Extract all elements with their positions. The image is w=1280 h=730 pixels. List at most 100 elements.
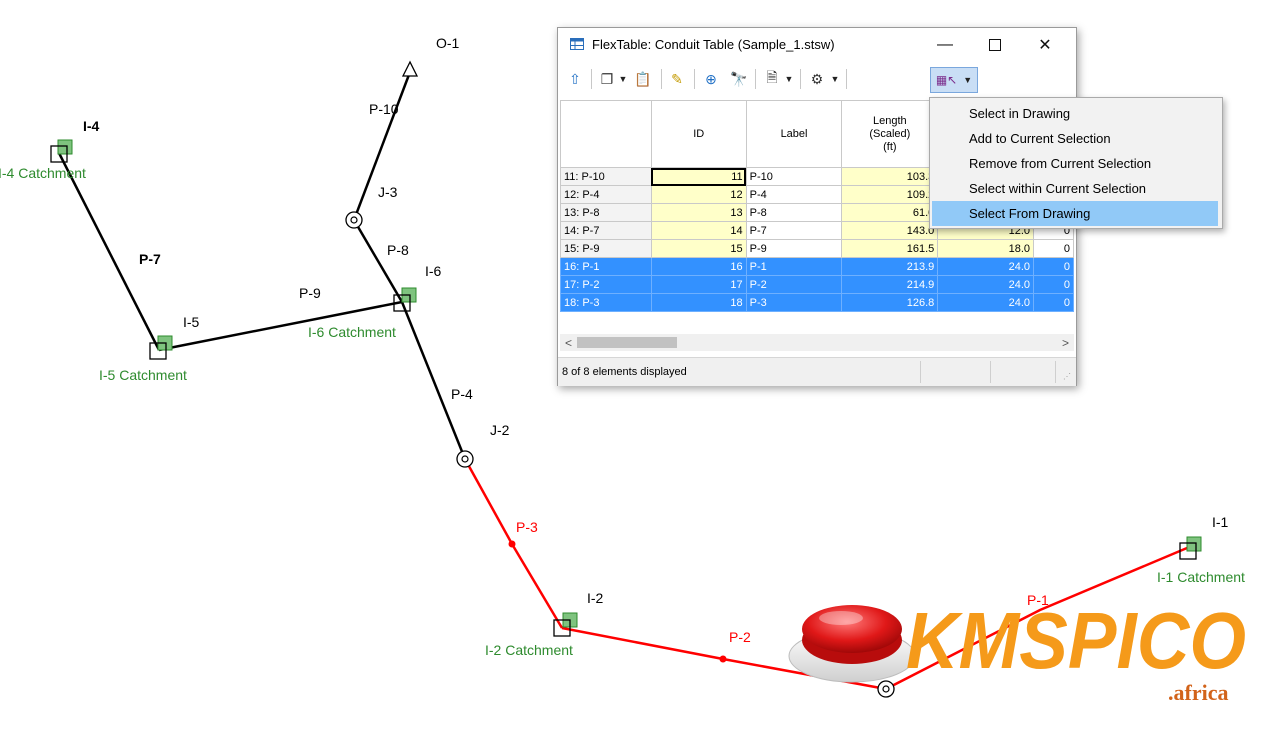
- id-cell[interactable]: 14: [650, 221, 747, 240]
- outfall-o1-symbol[interactable]: [401, 60, 419, 77]
- length-cell[interactable]: 143.0: [841, 221, 939, 240]
- table-cell[interactable]: 0: [1033, 239, 1074, 258]
- edit-icon: ✎: [671, 70, 683, 87]
- table-cell[interactable]: 24.0: [937, 257, 1035, 276]
- table-cell[interactable]: 18.0: [937, 239, 1035, 258]
- row-header[interactable]: 18: P-3: [560, 293, 652, 312]
- horizontal-scrollbar[interactable]: < >: [560, 334, 1074, 351]
- length-cell[interactable]: 213.9: [841, 257, 939, 276]
- label-cell[interactable]: P-9: [745, 239, 843, 258]
- copy-button[interactable]: ❐: [596, 68, 618, 90]
- column-header[interactable]: ID: [650, 100, 747, 168]
- row-header[interactable]: 17: P-2: [560, 275, 652, 294]
- pipe-p8[interactable]: [352, 219, 404, 303]
- report-icon: 🗎: [766, 69, 778, 85]
- row-header[interactable]: 11: P-10: [560, 167, 652, 186]
- junction-j3-symbol[interactable]: [345, 211, 363, 229]
- table-row[interactable]: 18: P-3 18 P-3 126.8 24.0 0: [560, 293, 1074, 312]
- menu-item-select-from-drawing[interactable]: Select From Drawing: [932, 201, 1218, 226]
- logo-suffix: .africa: [1168, 680, 1228, 705]
- options-button[interactable]: ⚙: [806, 68, 828, 90]
- row-header[interactable]: 15: P-9: [560, 239, 652, 258]
- row-header[interactable]: 16: P-1: [560, 257, 652, 276]
- inlet-i1-symbol[interactable]: [1179, 536, 1202, 560]
- id-cell[interactable]: 12: [650, 185, 747, 204]
- length-cell[interactable]: 109.2: [841, 185, 939, 204]
- chevron-right-icon: >: [1061, 335, 1069, 350]
- table-cell[interactable]: 0: [1033, 275, 1074, 294]
- pipe-p4[interactable]: [400, 301, 467, 460]
- close-button[interactable]: ✕: [1022, 28, 1068, 61]
- row-header[interactable]: 12: P-4: [560, 185, 652, 204]
- label-cell[interactable]: P-7: [745, 221, 843, 240]
- title-bar[interactable]: FlexTable: Conduit Table (Sample_1.stsw)…: [558, 28, 1076, 61]
- table-row[interactable]: 17: P-2 17 P-2 214.9 24.0 0: [560, 275, 1074, 294]
- minimize-icon: —: [937, 35, 953, 53]
- label-cell[interactable]: P-2: [745, 275, 843, 294]
- scroll-right-button[interactable]: >: [1057, 334, 1074, 351]
- edit-button[interactable]: ✎: [666, 68, 688, 90]
- pipe-label-p2: P-2: [729, 629, 751, 645]
- pipe-label-p3: P-3: [516, 519, 538, 535]
- report-dropdown[interactable]: ▼: [784, 68, 794, 90]
- report-button[interactable]: 🗎: [761, 68, 783, 90]
- length-cell[interactable]: 214.9: [841, 275, 939, 294]
- length-cell[interactable]: 161.5: [841, 239, 939, 258]
- table-cell[interactable]: 0: [1033, 257, 1074, 276]
- column-header[interactable]: Length (Scaled) (ft): [841, 100, 939, 168]
- table-row[interactable]: 16: P-1 16 P-1 213.9 24.0 0: [560, 257, 1074, 276]
- status-text: 8 of 8 elements displayed: [562, 366, 687, 378]
- copy-dropdown[interactable]: ▼: [618, 68, 628, 90]
- options-dropdown[interactable]: ▼: [830, 68, 840, 90]
- table-cell[interactable]: 24.0: [937, 293, 1035, 312]
- id-cell[interactable]: 18: [650, 293, 747, 312]
- export-button[interactable]: ⇧: [564, 68, 586, 90]
- id-cell[interactable]: 11: [650, 167, 747, 186]
- scroll-left-button[interactable]: <: [560, 334, 577, 351]
- length-cell[interactable]: 103.3: [841, 167, 939, 186]
- id-cell[interactable]: 13: [650, 203, 747, 222]
- id-cell[interactable]: 17: [650, 275, 747, 294]
- menu-item-add-to-selection[interactable]: Add to Current Selection: [932, 126, 1218, 151]
- chevron-down-icon: ▼: [618, 74, 628, 84]
- chevron-left-icon: <: [564, 335, 572, 350]
- catchment-label-i5: I-5 Catchment: [99, 367, 187, 383]
- menu-item-select-within-selection[interactable]: Select within Current Selection: [932, 176, 1218, 201]
- toolbar-separator: [591, 69, 592, 89]
- maximize-button[interactable]: [972, 28, 1018, 61]
- paste-button[interactable]: 📋: [632, 68, 654, 90]
- zoom-button[interactable]: ⊕: [700, 68, 722, 90]
- label-cell[interactable]: P-8: [745, 203, 843, 222]
- length-cell[interactable]: 126.8: [841, 293, 939, 312]
- table-row[interactable]: 15: P-9 15 P-9 161.5 18.0 0: [560, 239, 1074, 258]
- row-header[interactable]: 13: P-8: [560, 203, 652, 222]
- minimize-button[interactable]: —: [922, 28, 968, 61]
- scrollbar-thumb[interactable]: [577, 337, 677, 348]
- junction-j2-symbol[interactable]: [456, 450, 474, 468]
- table-icon: [570, 38, 584, 50]
- row-header[interactable]: 14: P-7: [560, 221, 652, 240]
- catchment-label-i6: I-6 Catchment: [308, 324, 396, 340]
- node-label-i2: I-2: [587, 590, 604, 606]
- catchment-label-i4: I-4 Catchment: [0, 165, 86, 181]
- table-cell[interactable]: 0: [1033, 293, 1074, 312]
- menu-item-select-in-drawing[interactable]: Select in Drawing: [932, 101, 1218, 126]
- resize-grip-icon[interactable]: ⋰: [1063, 372, 1071, 381]
- table-cell[interactable]: 24.0: [937, 275, 1035, 294]
- find-button[interactable]: 🔭: [728, 68, 750, 90]
- node-label-j3: J-3: [378, 184, 398, 200]
- id-cell[interactable]: 15: [650, 239, 747, 258]
- pipe-label-p8: P-8: [387, 242, 409, 258]
- column-header[interactable]: [560, 100, 652, 168]
- select-button[interactable]: ▦↖ ▼: [930, 67, 978, 93]
- inlet-i2-symbol[interactable]: [553, 612, 578, 637]
- status-separator: [990, 361, 991, 383]
- column-header[interactable]: Label: [745, 100, 843, 168]
- label-cell[interactable]: P-10: [745, 167, 843, 186]
- id-cell[interactable]: 16: [650, 257, 747, 276]
- menu-item-remove-from-selection[interactable]: Remove from Current Selection: [932, 151, 1218, 176]
- length-cell[interactable]: 61.0: [841, 203, 939, 222]
- label-cell[interactable]: P-3: [745, 293, 843, 312]
- label-cell[interactable]: P-4: [745, 185, 843, 204]
- label-cell[interactable]: P-1: [745, 257, 843, 276]
